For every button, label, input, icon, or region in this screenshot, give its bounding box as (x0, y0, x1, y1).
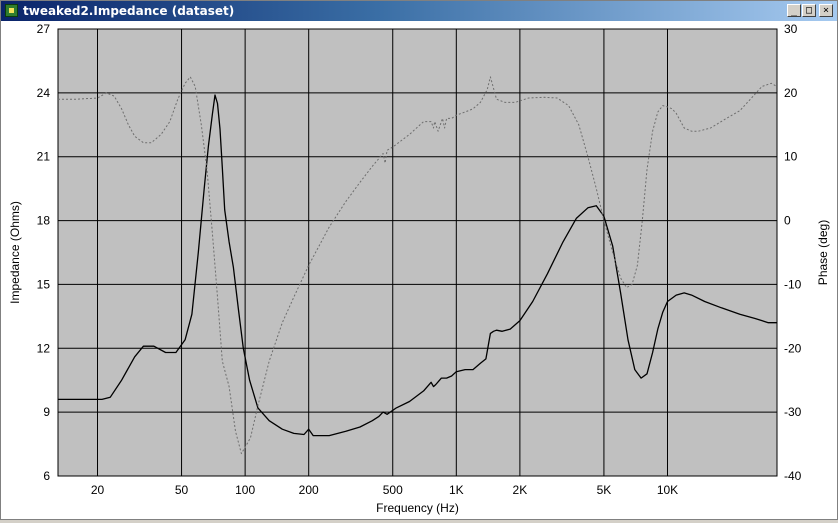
app-icon[interactable] (5, 4, 18, 17)
y-tick-label: 15 (37, 277, 51, 291)
y-tick-label: 27 (37, 22, 51, 36)
close-button[interactable]: × (819, 4, 833, 17)
y2-tick-label: 30 (784, 22, 798, 36)
x-tick-label: 500 (383, 483, 403, 497)
plot-area (57, 28, 778, 477)
app-window: tweaked2.Impedance (dataset) _ □ × 20 50 1… (0, 0, 838, 520)
chart-area: 20 50 100 200 500 1K 2K 5K 10K 6 9 12 15 18 21 24 27 30 20… (1, 21, 837, 519)
y-tick-label: 18 (37, 214, 51, 228)
y2-axis-label: Phase (deg) (816, 220, 830, 285)
y-tick-label: 21 (37, 150, 51, 164)
x-tick-label: 10K (657, 483, 678, 497)
x-tick-label: 2K (513, 483, 528, 497)
y-tick-label: 6 (43, 469, 50, 483)
x-tick-label: 20 (91, 483, 105, 497)
x-tick-label: 100 (235, 483, 255, 497)
window-title: tweaked2.Impedance (dataset) (23, 4, 235, 18)
minimize-button[interactable]: _ (787, 4, 801, 17)
y2-tick-label: 0 (784, 214, 791, 228)
y2-tick-label: -10 (784, 277, 802, 291)
impedance-chart: 20 50 100 200 500 1K 2K 5K 10K69121518212427 3020… (1, 21, 837, 519)
y2-tick-label: 20 (784, 86, 798, 100)
x-axis-label: Frequency (Hz) (376, 501, 459, 515)
x-tick-label: 200 (299, 483, 319, 497)
x-tick-label: 5K (597, 483, 612, 497)
y2-tick-label: -40 (784, 469, 802, 483)
y2-tick-label: -30 (784, 405, 802, 419)
y-axis-label: Impedance (Ohms) (8, 201, 22, 304)
y-tick-label: 24 (37, 86, 51, 100)
title-bar[interactable]: tweaked2.Impedance (dataset) _ □ × (1, 1, 837, 21)
y2-tick-label: 10 (784, 150, 798, 164)
maximize-button[interactable]: □ (802, 4, 816, 17)
x-tick-label: 50 (175, 483, 189, 497)
y-tick-label: 12 (37, 341, 51, 355)
y-tick-label: 9 (43, 405, 50, 419)
x-tick-label: 1K (449, 483, 464, 497)
y2-tick-label: -20 (784, 341, 802, 355)
